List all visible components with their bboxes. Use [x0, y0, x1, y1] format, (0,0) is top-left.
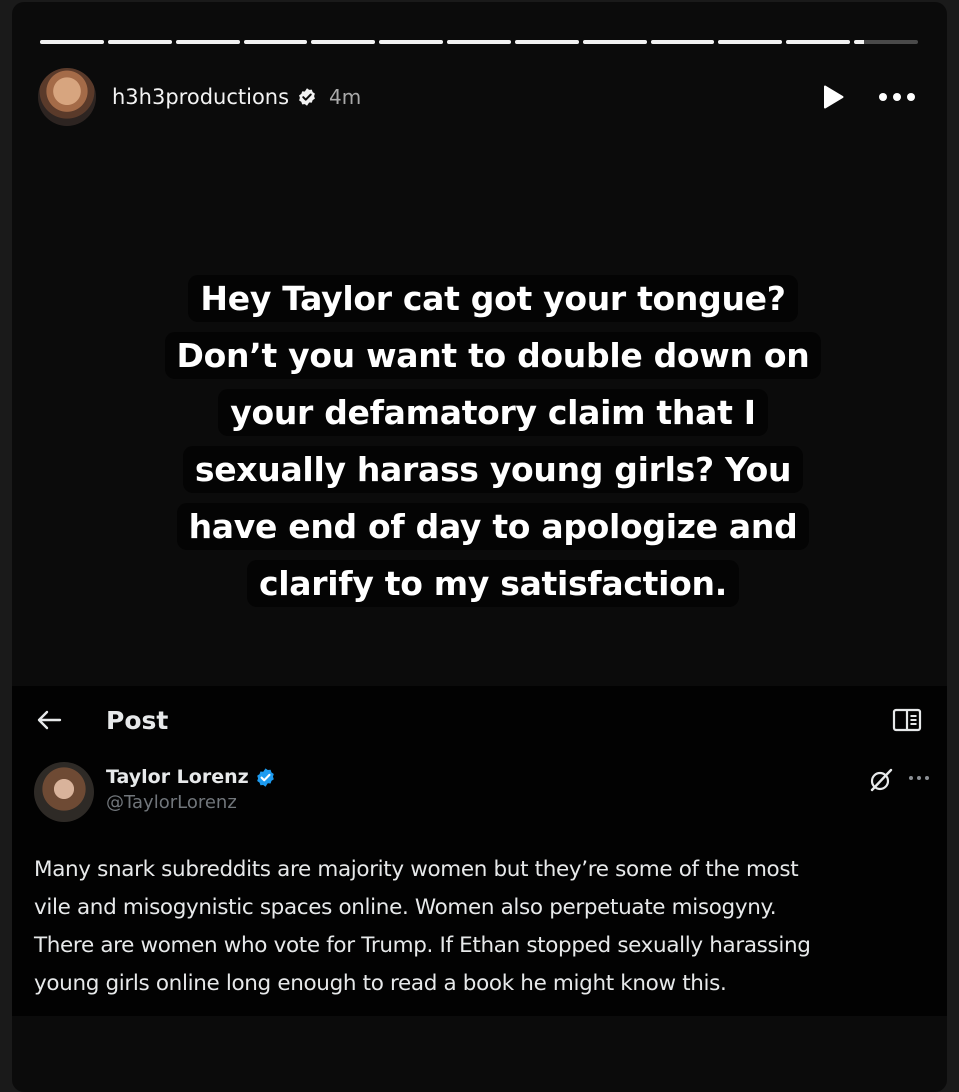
post-title: Post: [106, 705, 169, 735]
progress-segment-fill: [786, 40, 851, 44]
progress-segment: [854, 40, 918, 44]
progress-segment-fill: [107, 40, 172, 44]
story-avatar[interactable]: [38, 68, 96, 126]
progress-segment-fill: [175, 40, 240, 44]
play-icon[interactable]: [819, 83, 847, 111]
progress-segment: [718, 40, 783, 44]
caption-line: Don’t you want to double down on: [164, 332, 822, 379]
progress-segment: [175, 40, 240, 44]
story-header: h3h3productions 4m: [38, 66, 917, 128]
progress-segment-fill: [854, 40, 864, 44]
progress-segment-fill: [514, 40, 579, 44]
progress-segment-fill: [40, 40, 104, 44]
progress-segment: [40, 40, 104, 44]
post-topbar: Post: [12, 700, 947, 740]
caption-line: your defamatory claim that I: [218, 389, 768, 436]
story-viewer: h3h3productions 4m Hey Taylor cat got yo…: [12, 2, 947, 1092]
progress-segment-fill: [379, 40, 444, 44]
author-handle[interactable]: @TaylorLorenz: [106, 792, 276, 813]
story-progress-bar: [40, 40, 918, 44]
post-text-line: vile and misogynistic spaces online. Wom…: [34, 895, 777, 920]
post-text-line: There are women who vote for Trump. If E…: [34, 933, 811, 958]
progress-segment-fill: [447, 40, 511, 44]
story-caption: Hey Taylor cat got your tongue? Don’t yo…: [88, 270, 898, 612]
progress-segment: [786, 40, 851, 44]
post-text-line: Many snark subreddits are majority women…: [34, 857, 799, 882]
caption-line: have end of day to apologize and: [176, 503, 810, 550]
caption-line: sexually harass young girls? You: [182, 446, 804, 493]
caption-line: clarify to my satisfaction.: [247, 560, 739, 607]
author-names: Taylor Lorenz @TaylorLorenz: [106, 762, 276, 813]
display-name-text: Taylor Lorenz: [106, 766, 249, 788]
progress-segment: [243, 40, 308, 44]
progress-segment: [311, 40, 376, 44]
more-horizontal-icon[interactable]: [905, 764, 933, 792]
progress-segment: [447, 40, 511, 44]
progress-segment-fill: [311, 40, 376, 44]
grok-icon[interactable]: [867, 766, 895, 794]
author-display-name[interactable]: Taylor Lorenz: [106, 766, 276, 788]
verified-badge-icon: [255, 767, 276, 788]
embedded-post-screenshot: Post Taylor Lorenz @TaylorLorenz Many sn…: [12, 686, 947, 1016]
author-avatar[interactable]: [34, 762, 94, 822]
progress-segment-fill: [582, 40, 647, 44]
progress-segment: [650, 40, 715, 44]
more-horizontal-icon[interactable]: [877, 83, 917, 111]
post-text-line: young girls online long enough to read a…: [34, 971, 727, 996]
back-arrow-icon[interactable]: [34, 705, 64, 735]
story-username[interactable]: h3h3productions: [112, 85, 289, 109]
progress-segment-fill: [650, 40, 715, 44]
reader-mode-icon[interactable]: [891, 706, 923, 734]
story-timestamp: 4m: [329, 85, 362, 109]
progress-segment: [582, 40, 647, 44]
progress-segment-fill: [718, 40, 783, 44]
progress-segment: [379, 40, 444, 44]
caption-line: Hey Taylor cat got your tongue?: [188, 275, 798, 322]
verified-badge-icon: [297, 87, 317, 107]
progress-segment: [514, 40, 579, 44]
progress-segment-fill: [243, 40, 308, 44]
post-author: Taylor Lorenz @TaylorLorenz: [34, 762, 947, 828]
progress-segment: [107, 40, 172, 44]
post-body: Many snark subreddits are majority women…: [34, 851, 929, 1003]
